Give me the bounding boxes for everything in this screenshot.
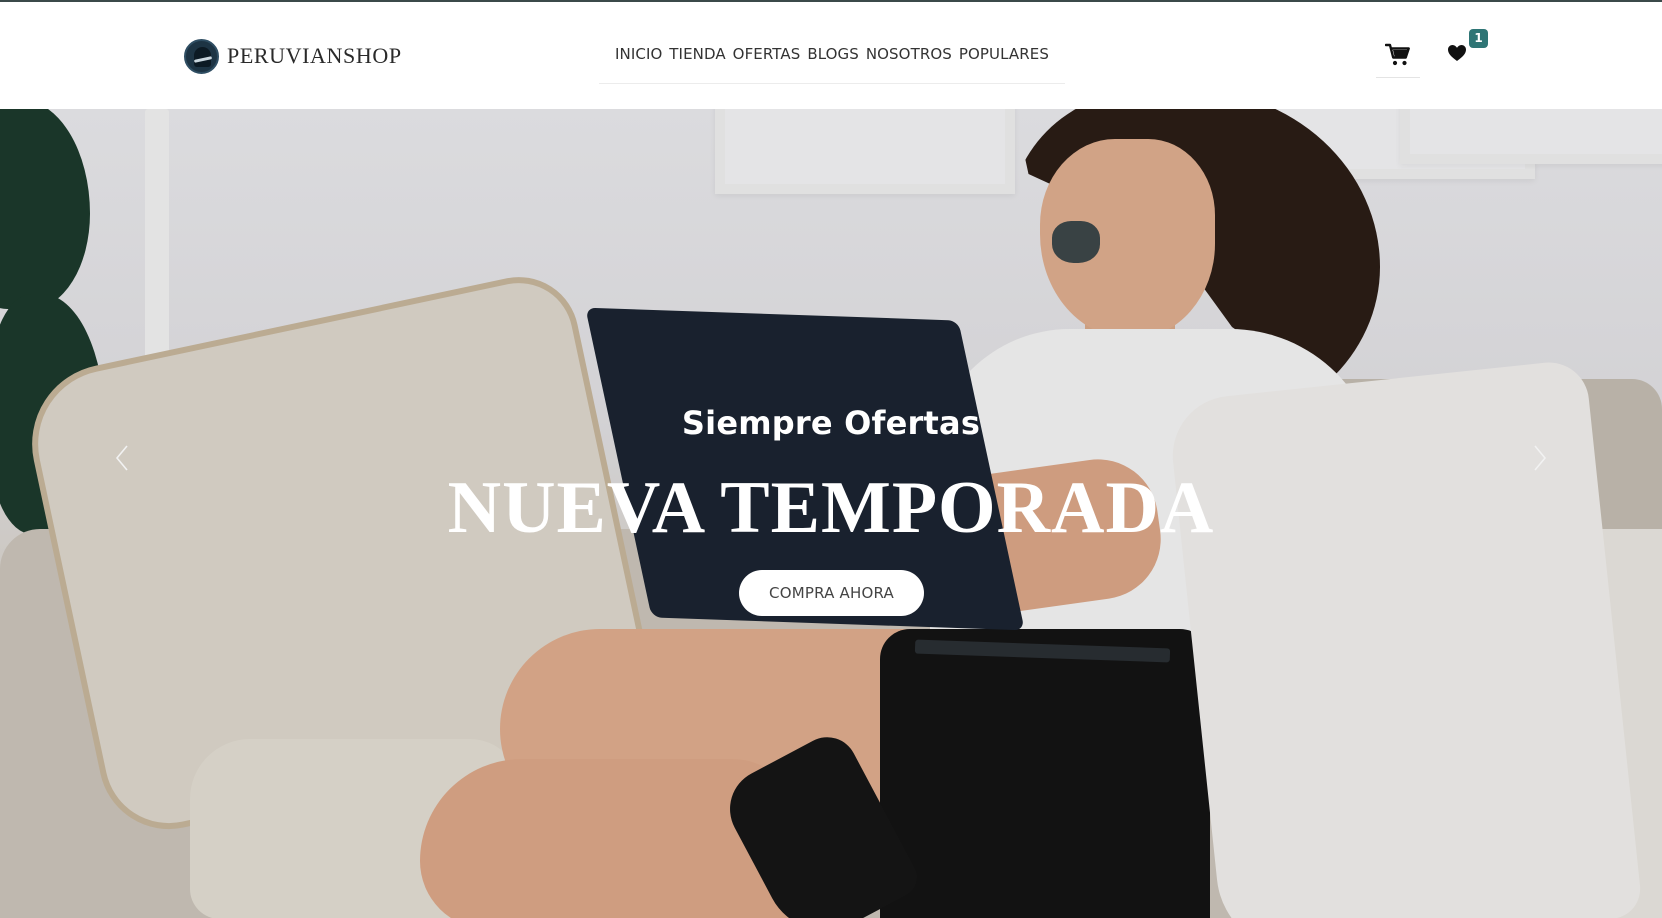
wishlist-button[interactable] — [1447, 44, 1469, 66]
brand-name: PERUVIANSHOP — [227, 43, 402, 68]
shop-now-button[interactable]: COMPRA AHORA — [739, 570, 924, 616]
nav-item-nosotros[interactable]: NOSOTROS — [866, 45, 952, 63]
site-header: PERUVIANSHOP INICIO TIENDA OFERTAS BLOGS… — [0, 2, 1662, 109]
nav-item-blogs[interactable]: BLOGS — [807, 45, 859, 63]
cart-button[interactable] — [1376, 38, 1420, 78]
heart-icon — [1448, 45, 1466, 61]
wishlist-count-badge: 1 — [1469, 29, 1488, 48]
nav-item-ofertas[interactable]: OFERTAS — [733, 45, 801, 63]
nav-item-tienda[interactable]: TIENDA — [669, 45, 725, 63]
hero-title: NUEVA TEMPORADA — [447, 467, 1215, 549]
nav-item-inicio[interactable]: INICIO — [615, 45, 662, 63]
peruvianshop-logo-icon — [184, 38, 219, 74]
main-nav: INICIO TIENDA OFERTAS BLOGS NOSOTROS POP… — [599, 32, 1065, 84]
hero-subtitle: Siempre Ofertas — [681, 404, 981, 442]
shopping-cart-icon — [1385, 43, 1410, 66]
nav-item-populares[interactable]: POPULARES — [959, 45, 1049, 63]
brand-link[interactable]: PERUVIANSHOP — [184, 38, 402, 74]
